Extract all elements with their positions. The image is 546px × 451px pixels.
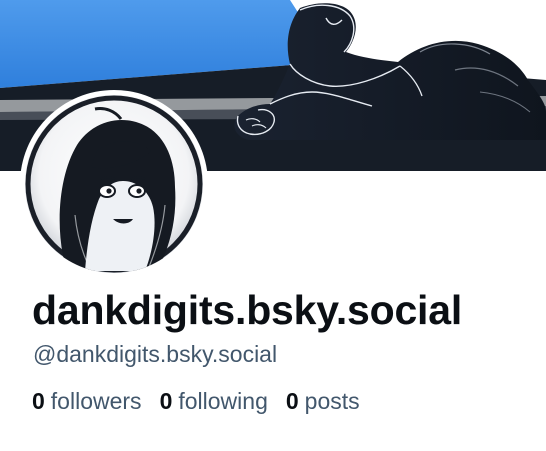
followers-count: 0 [32,388,45,414]
profile-stats: 0 followers 0 following 0 posts [32,384,360,418]
avatar-image [25,95,203,273]
posts-count: 0 [285,388,299,414]
display-name: dankdigits.bsky.social [32,287,463,333]
posts-label: posts [304,388,360,414]
avatar[interactable] [20,90,208,278]
posts-stat: 0 posts [286,384,360,418]
profile-handle: @dankdigits.bsky.social [33,341,278,367]
followers-label: followers [50,388,142,414]
followers-stat[interactable]: 0 followers [32,384,142,418]
following-count: 0 [159,388,173,414]
following-stat[interactable]: 0 following [160,384,268,418]
following-label: following [178,388,268,414]
